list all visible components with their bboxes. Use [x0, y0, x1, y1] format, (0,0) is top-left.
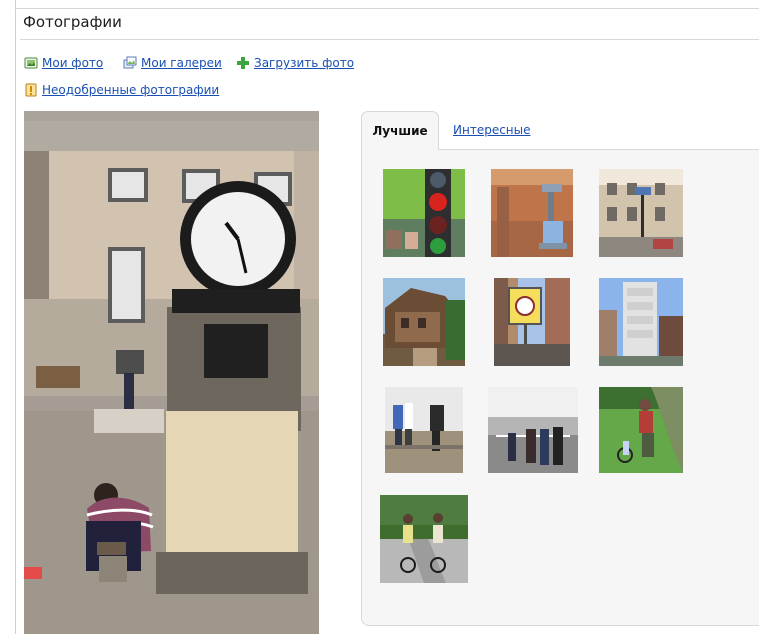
- unapproved-photos-link[interactable]: Неодобренные фотографии: [24, 83, 219, 97]
- thumbnail-cyclist-park[interactable]: [599, 387, 683, 473]
- thumbnail-wooden-house-image: [383, 278, 465, 366]
- page-title: Фотографии: [23, 13, 122, 31]
- left-border: [15, 0, 16, 634]
- photo-icon: [24, 56, 38, 70]
- thumbnail-people-on-wall-image: [385, 387, 463, 473]
- my-galleries-label: Мои галереи: [141, 56, 222, 70]
- gallery-icon: [123, 56, 137, 70]
- tab-best[interactable]: Лучшие: [361, 111, 439, 150]
- my-galleries-link[interactable]: Мои галереи: [123, 56, 222, 70]
- thumbnail-street-building[interactable]: [599, 169, 683, 257]
- thumbnail-sign-post[interactable]: [494, 278, 570, 366]
- upload-photo-link[interactable]: Загрузить фото: [236, 56, 354, 70]
- tab-interesting[interactable]: Интересные: [453, 122, 531, 138]
- thumbnail-observation-deck[interactable]: [488, 387, 578, 473]
- thumbnail-people-on-wall[interactable]: [385, 387, 463, 473]
- thumbnail-lantern[interactable]: [491, 169, 573, 257]
- tab-best-label: Лучшие: [372, 124, 428, 138]
- thumbnail-traffic-light-image: [383, 169, 465, 257]
- my-photos-link[interactable]: Мои фото: [24, 56, 103, 70]
- photo-tabs-panel: Лучшие Интересные: [361, 111, 759, 626]
- plus-icon: [236, 56, 250, 70]
- thumbnail-monument-image: [599, 278, 683, 366]
- thumbnail-wooden-house[interactable]: [383, 278, 465, 366]
- my-photos-label: Мои фото: [42, 56, 104, 70]
- thumbnail-cyclists-path[interactable]: [380, 495, 468, 583]
- thumbnail-cyclists-path-image: [380, 495, 468, 583]
- thumbnail-cyclist-park-image: [599, 387, 683, 473]
- title-divider: [20, 39, 759, 40]
- tab-interesting-label: Интересные: [453, 123, 531, 137]
- thumbnail-traffic-light[interactable]: [383, 169, 465, 257]
- featured-photo[interactable]: [24, 111, 319, 634]
- photo-page: Фотографии Мои фото Мои галереи Загрузит…: [0, 0, 759, 634]
- thumbnail-street-building-image: [599, 169, 683, 257]
- featured-photo-image: [24, 111, 319, 634]
- warning-icon: [24, 83, 38, 97]
- thumbnail-lantern-image: [491, 169, 573, 257]
- thumbnail-observation-deck-image: [488, 387, 578, 473]
- unapproved-photos-label: Неодобренные фотографии: [42, 83, 220, 97]
- thumbnail-sign-post-image: [494, 278, 570, 366]
- thumbnail-monument[interactable]: [599, 278, 683, 366]
- upload-photo-label: Загрузить фото: [254, 56, 355, 70]
- top-border: [15, 8, 759, 9]
